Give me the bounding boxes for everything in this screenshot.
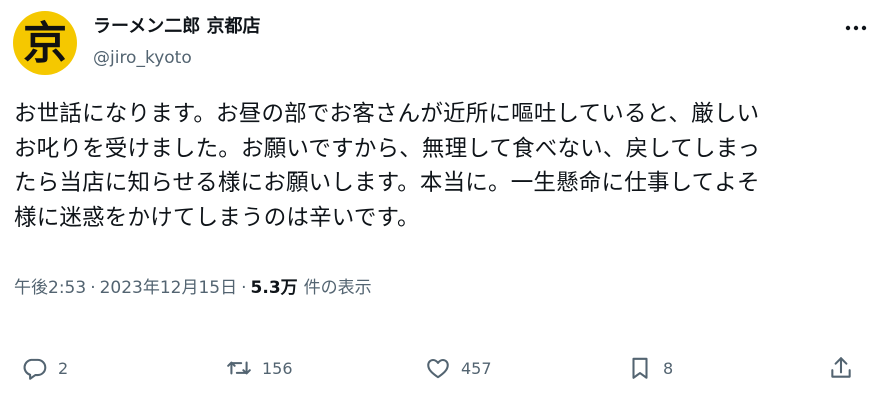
bookmark-button[interactable]: 8 — [627, 348, 673, 388]
views-count: 5.3万 — [250, 278, 298, 298]
like-button[interactable]: 457 — [425, 348, 492, 388]
retweet-button[interactable]: 156 — [226, 348, 293, 388]
tweet-meta: 午後2:53 · 2023年12月15日 · 5.3万 件の表示 — [14, 276, 372, 300]
more-options-button[interactable] — [840, 14, 872, 42]
reply-button[interactable]: 2 — [22, 348, 68, 388]
display-name[interactable]: ラーメン二郎 京都店 — [93, 14, 261, 40]
heart-icon — [427, 358, 449, 379]
tweet-text-line: たら当店に知らせる様にお願いします。本当に。一生懸命に仕事してよそ — [14, 170, 760, 196]
tweet-text-line: お叱りを受けました。お願いですから、無理して食べない、戻してしまっ — [14, 135, 761, 162]
more-icon — [845, 25, 867, 31]
avatar-glyph: 京 — [23, 18, 67, 69]
user-handle[interactable]: @jiro_kyoto — [93, 46, 261, 70]
share-button[interactable] — [828, 348, 854, 388]
views-label: 件の表示 — [303, 278, 372, 298]
bookmark-icon — [632, 357, 648, 379]
tweet-text: お世話になります。お昼の部でお客さんが近所に嘔吐していると、厳しい お叱りを受け… — [14, 97, 874, 235]
like-count: 457 — [461, 358, 492, 378]
meta-separator: · — [90, 278, 96, 298]
meta-separator: · — [241, 278, 247, 298]
share-icon — [831, 357, 851, 378]
tweet-time[interactable]: 午後2:53 — [14, 278, 86, 298]
tweet-text-line: お世話になります。お昼の部でお客さんが近所に嘔吐していると、厳しい — [14, 101, 760, 127]
avatar[interactable]: 京 — [13, 11, 77, 75]
reply-icon — [23, 358, 47, 380]
bookmark-count: 8 — [663, 358, 674, 378]
tweet-card: 京 ラーメン二郎 京都店 @jiro_kyoto お世話になります。お昼の部でお… — [0, 0, 883, 401]
reply-count: 2 — [58, 358, 69, 378]
retweet-icon — [227, 361, 251, 375]
tweet-text-line: 様に迷惑をかけてしまうのは辛いです。 — [14, 204, 420, 231]
action-bar: 2 156 457 8 — [0, 348, 883, 388]
tweet-date[interactable]: 2023年12月15日 — [100, 278, 238, 298]
retweet-count: 156 — [262, 358, 293, 378]
user-info: ラーメン二郎 京都店 @jiro_kyoto — [93, 14, 261, 70]
